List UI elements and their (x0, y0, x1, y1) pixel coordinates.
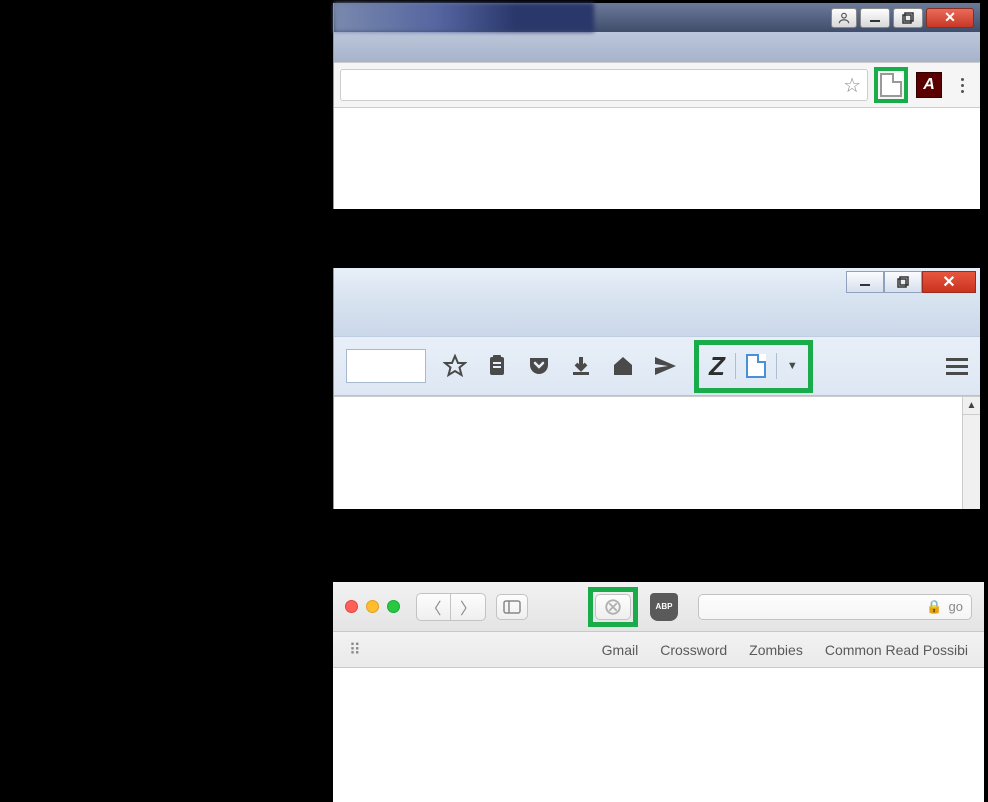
url-text: go (949, 599, 963, 614)
home-icon[interactable] (610, 353, 636, 379)
safari-favorites-bar: ⠿ Gmail Crossword Zombies Common Read Po… (333, 632, 984, 668)
bookmark-item[interactable]: Crossword (660, 642, 727, 658)
minimize-button[interactable] (366, 600, 379, 613)
minimize-button[interactable] (846, 271, 884, 293)
chevron-down-icon[interactable]: ▼ (787, 360, 798, 372)
scrollbar[interactable]: ▲ (962, 397, 980, 509)
zotero-z-icon[interactable]: Z (709, 351, 725, 382)
safari-address-bar[interactable]: 🔒 go (698, 594, 972, 620)
chrome-toolbar: ☆ A (334, 62, 980, 108)
close-button[interactable] (345, 600, 358, 613)
chrome-tabstrip[interactable] (334, 32, 980, 62)
safari-content-area (333, 668, 984, 802)
firefox-titlebar: ✕ (334, 268, 980, 296)
zotero-highlight (588, 587, 638, 627)
nav-buttons: 〈 〉 (416, 593, 486, 621)
zotero-save-icon[interactable] (595, 594, 631, 620)
user-switch-button[interactable] (831, 8, 857, 28)
chrome-content-area (334, 108, 980, 209)
firefox-toolbar: Z ▼ (334, 336, 980, 396)
star-icon[interactable]: ☆ (843, 73, 861, 98)
close-button[interactable]: ✕ (922, 271, 976, 293)
zotero-save-icon[interactable] (746, 354, 766, 378)
safari-window: 〈 〉 ABP 🔒 go ⠿ Gmail Crossword Zombies C… (333, 582, 984, 802)
adblock-icon[interactable]: ABP (648, 594, 680, 620)
sidebar-button[interactable] (496, 594, 528, 620)
separator (735, 353, 736, 379)
back-button[interactable]: 〈 (417, 594, 451, 620)
firefox-content-area: ▲ (334, 396, 980, 509)
pocket-icon[interactable] (526, 353, 552, 379)
adobe-acrobat-icon[interactable]: A (916, 72, 942, 98)
bookmark-item[interactable]: Gmail (602, 642, 639, 658)
firefox-menu-icon[interactable] (946, 358, 968, 375)
zotero-highlight: Z ▼ (694, 340, 813, 393)
maximize-button[interactable] (893, 8, 923, 28)
close-button[interactable]: ✕ (926, 8, 974, 28)
clipboard-icon[interactable] (484, 353, 510, 379)
firefox-tabstrip[interactable] (334, 296, 980, 336)
separator (776, 353, 777, 379)
firefox-window: ✕ Z ▼ ▲ (333, 268, 980, 509)
zotero-highlight (874, 67, 908, 103)
lock-icon: 🔒 (926, 599, 942, 615)
scroll-up-icon[interactable]: ▲ (963, 397, 980, 415)
send-icon[interactable] (652, 353, 678, 379)
download-icon[interactable] (568, 353, 594, 379)
chrome-address-bar[interactable]: ☆ (340, 69, 868, 101)
firefox-address-bar[interactable] (346, 349, 426, 383)
maximize-button[interactable] (387, 600, 400, 613)
chrome-menu-icon[interactable] (952, 78, 972, 93)
chrome-window: ✕ ☆ A (333, 3, 980, 209)
forward-button[interactable]: 〉 (451, 594, 485, 620)
show-all-bookmarks-icon[interactable]: ⠿ (349, 640, 363, 660)
maximize-button[interactable] (884, 271, 922, 293)
zotero-save-icon[interactable] (880, 73, 902, 97)
safari-toolbar: 〈 〉 ABP 🔒 go (333, 582, 984, 632)
traffic-lights (345, 600, 400, 613)
bookmark-item[interactable]: Common Read Possibi (825, 642, 968, 658)
chrome-titlebar: ✕ (334, 3, 980, 32)
minimize-button[interactable] (860, 8, 890, 28)
bookmark-item[interactable]: Zombies (749, 642, 803, 658)
star-icon[interactable] (442, 353, 468, 379)
